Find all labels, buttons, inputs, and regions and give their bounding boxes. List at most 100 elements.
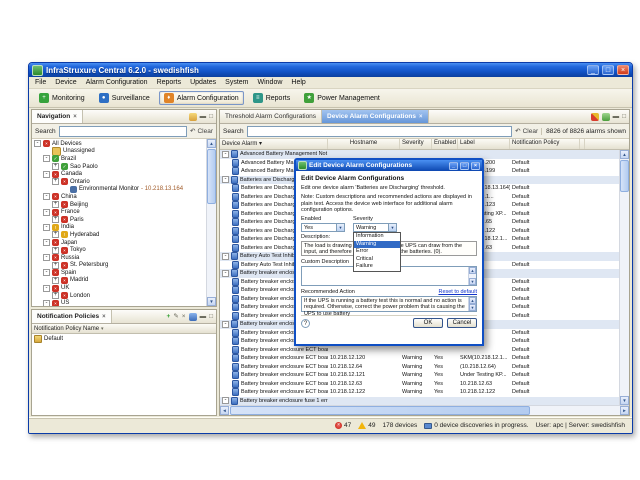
reset-to-default-link[interactable]: Reset to default: [438, 289, 477, 295]
column-header-hostname[interactable]: Hostname: [328, 139, 400, 149]
collapse-icon[interactable]: -: [222, 176, 229, 183]
toolbar-button-surveillance[interactable]: ●Surveillance: [94, 91, 155, 105]
severity-option-error[interactable]: Error: [354, 248, 400, 256]
column-header-device-alarm[interactable]: Device Alarm ▾: [220, 139, 328, 149]
collapse-icon[interactable]: -: [43, 155, 50, 162]
navigation-clear-button[interactable]: ↶ Clear: [190, 127, 213, 135]
tree-item-london[interactable]: +×London: [32, 292, 206, 300]
minimize-icon[interactable]: ▬: [613, 113, 620, 121]
menu-file[interactable]: File: [35, 79, 46, 86]
collapse-icon[interactable]: -: [43, 285, 50, 292]
tree-item-beijing[interactable]: +×Beijing: [32, 201, 206, 209]
menu-help[interactable]: Help: [291, 79, 305, 86]
notification-policy-column-header[interactable]: Notification Policy Name ▾: [32, 324, 216, 334]
collapse-icon[interactable]: -: [43, 300, 50, 306]
alarm-table-row[interactable]: Battery breaker enclosure ECT board erro…: [220, 371, 619, 380]
toolbar-button-reports[interactable]: ≡Reports: [248, 91, 296, 105]
add-policy-icon[interactable]: +: [167, 313, 171, 321]
scroll-up-icon[interactable]: ▲: [207, 139, 216, 148]
column-header-notification-policy[interactable]: Notification Policy: [510, 139, 580, 149]
severity-option-warning[interactable]: Warning: [354, 241, 400, 249]
tree-item-us[interactable]: -×US: [32, 299, 206, 306]
tree-item-hyderabad[interactable]: +!Hyderabad: [32, 231, 206, 239]
minimize-icon[interactable]: ▬: [200, 313, 207, 321]
collapse-icon[interactable]: -: [43, 171, 50, 178]
scroll-thumb[interactable]: [620, 160, 629, 192]
tree-item-madrid[interactable]: +×Madrid: [32, 277, 206, 285]
tree-item-sao-paolo[interactable]: +✓Sao Paolo: [32, 163, 206, 171]
tree-item-brazil[interactable]: -✓Brazil: [32, 155, 206, 163]
chevron-down-icon[interactable]: ▼: [336, 224, 344, 231]
notification-policy-row[interactable]: Default: [32, 334, 216, 343]
collapse-icon[interactable]: -: [222, 321, 229, 328]
collapse-icon[interactable]: -: [222, 253, 229, 260]
collapse-icon[interactable]: -: [222, 270, 229, 277]
column-header-severity[interactable]: Severity: [400, 139, 432, 149]
alarm-clear-button[interactable]: ↶ Clear: [515, 127, 538, 135]
tree-item-st-petersburg[interactable]: +×St. Petersburg: [32, 262, 206, 270]
scroll-thumb[interactable]: [230, 406, 530, 415]
expand-icon[interactable]: +: [52, 163, 59, 170]
tree-item-russia[interactable]: -×Russia: [32, 254, 206, 262]
tree-item-uk[interactable]: -×UK: [32, 284, 206, 292]
menu-updates[interactable]: Updates: [190, 79, 216, 86]
scroll-down-icon[interactable]: ▼: [469, 304, 476, 311]
menu-window[interactable]: Window: [258, 79, 283, 86]
collapse-icon[interactable]: -: [222, 397, 229, 404]
cancel-button[interactable]: Cancel: [447, 318, 477, 328]
tree-item-china[interactable]: -×China: [32, 193, 206, 201]
maximize-button[interactable]: □: [602, 65, 614, 75]
policy-settings-icon[interactable]: [189, 313, 197, 321]
tree-item-paris[interactable]: +×Paris: [32, 216, 206, 224]
package-icon[interactable]: [602, 113, 610, 121]
alarm-table-row[interactable]: Battery breaker enclosure ECT board erro…: [220, 380, 619, 389]
toolbar-button-monitoring[interactable]: +Monitoring: [34, 91, 90, 105]
expand-icon[interactable]: +: [52, 292, 59, 299]
menu-alarm-configuration[interactable]: Alarm Configuration: [86, 79, 148, 86]
close-icon[interactable]: ×: [419, 114, 423, 120]
minimize-button[interactable]: _: [587, 65, 599, 75]
dialog-close-button[interactable]: ×: [471, 162, 480, 170]
recommended-action-box[interactable]: If the UPS is running a battery test thi…: [301, 296, 477, 312]
tab-threshold-alarm-configurations[interactable]: Threshold Alarm Configurations: [220, 110, 322, 123]
dialog-minimize-button[interactable]: _: [449, 162, 458, 170]
dialog-title-bar[interactable]: Edit Device Alarm Configurations _ □ ×: [296, 160, 482, 171]
title-bar[interactable]: InfraStruxure Central 6.2.0 - swedishfis…: [29, 63, 632, 77]
tree-item-india[interactable]: -!India: [32, 224, 206, 232]
scroll-up-icon[interactable]: ▲: [469, 267, 476, 274]
scroll-down-icon[interactable]: ▼: [469, 278, 476, 285]
alarm-search-input[interactable]: [247, 126, 513, 137]
error-count[interactable]: × 47: [335, 422, 351, 429]
alarm-group-row[interactable]: -Battery breaker enclosure fuse 1 error …: [220, 397, 619, 406]
collapse-icon[interactable]: -: [34, 140, 41, 147]
close-icon[interactable]: ×: [102, 314, 106, 320]
delete-policy-icon[interactable]: ×: [182, 313, 186, 321]
toolbar-button-power-management[interactable]: ★Power Management: [299, 91, 385, 105]
scroll-down-icon[interactable]: ▼: [207, 297, 216, 306]
collapse-icon[interactable]: -: [43, 193, 50, 200]
textarea-scrollbar[interactable]: ▲ ▼: [468, 297, 476, 311]
scroll-up-icon[interactable]: ▲: [620, 150, 629, 159]
navigation-search-input[interactable]: [59, 126, 187, 137]
collapse-all-icon[interactable]: [189, 113, 197, 121]
expand-icon[interactable]: +: [52, 231, 59, 238]
scroll-thumb[interactable]: [207, 149, 216, 204]
table-vscrollbar[interactable]: ▲ ▼: [619, 150, 629, 405]
enabled-select[interactable]: Yes ▼: [301, 223, 345, 232]
collapse-icon[interactable]: -: [222, 151, 229, 158]
severity-option-critical[interactable]: Critical: [354, 256, 400, 264]
sync-icon[interactable]: [591, 113, 599, 121]
tree-item-ontario[interactable]: +×Ontario: [32, 178, 206, 186]
tree-item-france[interactable]: -×France: [32, 208, 206, 216]
table-hscrollbar[interactable]: ◄ ►: [220, 405, 629, 415]
menu-reports[interactable]: Reports: [157, 79, 182, 86]
collapse-icon[interactable]: -: [43, 209, 50, 216]
close-button[interactable]: ×: [617, 65, 629, 75]
tree-item-canada[interactable]: -×Canada: [32, 170, 206, 178]
alarm-table-row[interactable]: Battery breaker enclosure ECT board erro…: [220, 354, 619, 363]
scroll-down-icon[interactable]: ▼: [620, 396, 629, 405]
scroll-left-icon[interactable]: ◄: [220, 406, 229, 415]
scroll-up-icon[interactable]: ▲: [469, 297, 476, 304]
tab-navigation[interactable]: Navigation ×: [32, 110, 83, 123]
expand-icon[interactable]: +: [52, 277, 59, 284]
